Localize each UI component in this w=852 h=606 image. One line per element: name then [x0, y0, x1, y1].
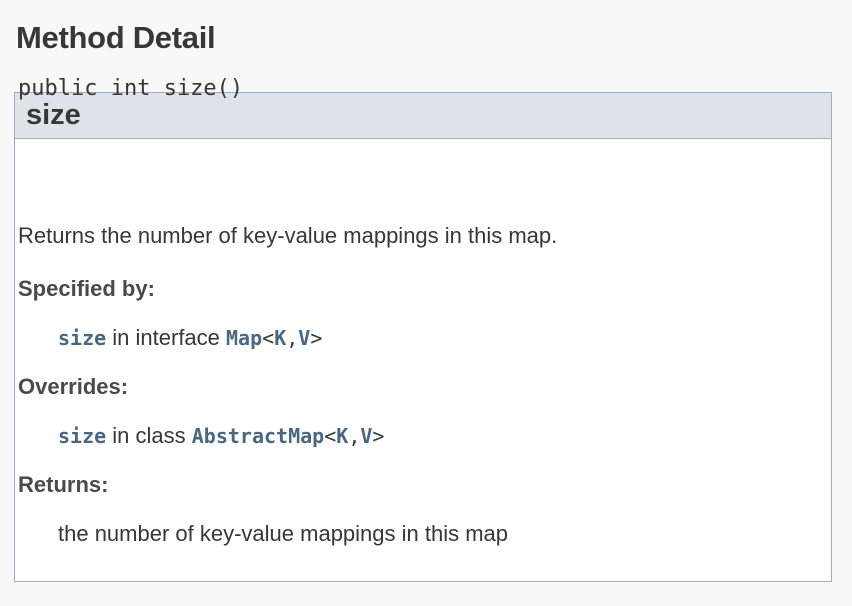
overrides-label: Overrides: [18, 374, 129, 399]
overrides-text: in class [106, 423, 192, 448]
specified-by-text: in interface [106, 325, 227, 350]
type-param-close: > [372, 424, 385, 448]
type-param-k-link[interactable]: K [336, 424, 348, 448]
type-param-comma: , [348, 424, 361, 448]
type-param-open: < [324, 424, 337, 448]
method-description: Returns the number of key-value mappings… [18, 223, 558, 248]
type-param-open: < [262, 326, 275, 350]
type-param-k-link[interactable]: K [274, 326, 286, 350]
returns-value: the number of key-value mappings in this… [58, 521, 509, 546]
returns-label: Returns: [18, 472, 109, 497]
type-param-close: > [310, 326, 323, 350]
section-title: Method Detail [16, 20, 216, 55]
map-interface-link[interactable]: Map [226, 326, 262, 350]
specified-by-label: Specified by: [18, 276, 155, 301]
method-name-heading: size [26, 99, 81, 131]
type-param-comma: , [286, 326, 299, 350]
overrides-value: size in class AbstractMap<K,V> [58, 423, 384, 449]
type-param-v-link[interactable]: V [360, 424, 372, 448]
type-param-v-link[interactable]: V [298, 326, 310, 350]
abstractmap-class-link[interactable]: AbstractMap [192, 424, 324, 448]
specified-by-value: size in interface Map<K,V> [58, 325, 322, 351]
specified-by-method-link[interactable]: size [58, 326, 106, 350]
overrides-method-link[interactable]: size [58, 424, 106, 448]
method-signature: public int size() [18, 76, 244, 101]
